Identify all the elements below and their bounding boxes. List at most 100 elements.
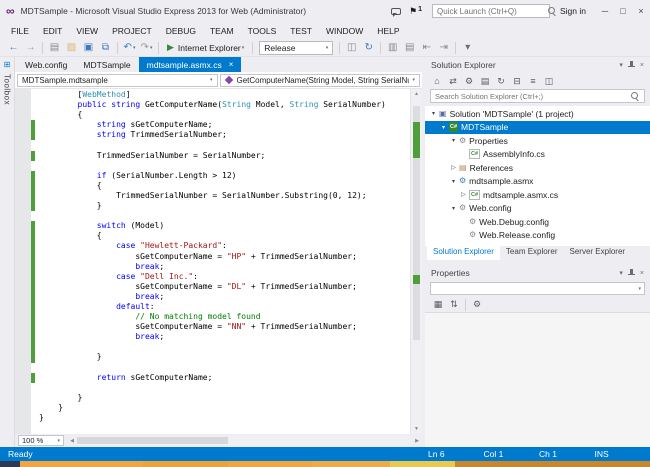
code-line[interactable]: } (31, 403, 410, 413)
open-file-icon[interactable]: ▨ (63, 40, 80, 56)
window-menu-icon[interactable]: ▾ (619, 61, 623, 69)
scroll-left-icon[interactable]: ◀ (67, 438, 77, 444)
nav-forward-icon[interactable]: → (22, 40, 39, 56)
alphabetical-icon[interactable]: ⇅ (446, 299, 462, 310)
zoom-combo[interactable]: 100 % ▾ (18, 435, 64, 446)
tab-mdtsample-asmx-cs[interactable]: mdtsample.asmx.cs× (139, 57, 242, 72)
menu-file[interactable]: FILE (4, 26, 36, 36)
close-panel-icon[interactable]: × (640, 62, 644, 69)
decrease-indent-icon[interactable]: ⇤ (418, 40, 435, 56)
code-line[interactable]: return sGetComputerName; (31, 373, 410, 383)
editor-horizontal-scrollbar[interactable]: ◀ ▶ (67, 434, 422, 447)
code-line[interactable]: } (31, 201, 410, 211)
code-line[interactable] (31, 161, 410, 171)
scroll-right-icon[interactable]: ▶ (412, 438, 422, 444)
collapse-all-icon[interactable]: ⊟ (509, 76, 525, 87)
code-line[interactable]: switch (Model) (31, 221, 410, 231)
view-code-icon[interactable]: ≡ (525, 76, 541, 86)
undo-icon[interactable]: ↶▾ (121, 40, 138, 56)
properties-icon[interactable]: ⚙ (461, 76, 477, 87)
menu-edit[interactable]: EDIT (36, 26, 69, 36)
code-line[interactable]: break; (31, 292, 410, 302)
tree-item-web-release-config[interactable]: ⚙Web.Release.config (425, 229, 650, 243)
code-line[interactable]: { (31, 110, 410, 120)
collapse-icon[interactable]: ▾ (449, 205, 458, 212)
editor-vertical-scrollbar[interactable]: ▲ ▼ (410, 89, 422, 434)
tree-item-assemblyinfo-cs[interactable]: C#AssemblyInfo.cs (425, 148, 650, 162)
code-line[interactable]: { (31, 181, 410, 191)
maximize-button[interactable]: □ (614, 0, 632, 22)
code-line[interactable]: string sGetComputerName; (31, 120, 410, 130)
close-button[interactable]: × (632, 0, 650, 22)
code-line[interactable]: if (SerialNumber.Length > 12) (31, 171, 410, 181)
nav-backward-icon[interactable]: ← (5, 40, 22, 56)
solution-configurations-combo[interactable]: Release▾ (259, 41, 333, 55)
tree-item-properties[interactable]: ▾⚙Properties (425, 134, 650, 148)
refresh-icon[interactable]: ↻ (493, 76, 509, 87)
tool-tab-solution-explorer[interactable]: Solution Explorer (427, 246, 500, 260)
quick-launch-box[interactable] (432, 4, 550, 18)
menu-window[interactable]: WINDOW (319, 26, 370, 36)
menu-team[interactable]: TEAM (203, 26, 241, 36)
save-all-icon[interactable]: ⧉ (97, 40, 114, 56)
code-line[interactable]: break; (31, 262, 410, 272)
code-line[interactable]: sGetComputerName = "HP" + TrimmedSerialN… (31, 252, 410, 262)
code-line[interactable]: public string GetComputerName(String Mod… (31, 100, 410, 110)
new-file-icon[interactable]: ▤ (46, 40, 63, 56)
solution-explorer-search-input[interactable] (435, 92, 630, 101)
code-line[interactable]: string TrimmedSerialNumber; (31, 130, 410, 140)
toolbar-options-icon[interactable]: ▾ (459, 40, 476, 56)
tree-item-solution-mdtsample-1-project[interactable]: ▾▣Solution 'MDTSample' (1 project) (425, 107, 650, 121)
collapse-icon[interactable]: ▾ (449, 178, 458, 185)
horizontal-scroll-track[interactable] (77, 436, 412, 445)
save-icon[interactable]: ▣ (80, 40, 97, 56)
categorized-icon[interactable]: ▦ (430, 299, 446, 310)
collapse-icon[interactable]: ▾ (439, 124, 448, 131)
redo-icon[interactable]: ↷▾ (138, 40, 155, 56)
page-inspector-icon[interactable]: ◫ (343, 40, 360, 56)
pin-icon[interactable] (628, 61, 635, 70)
code-lines[interactable]: [WebMethod] public string GetComputerNam… (31, 89, 410, 434)
start-debug-button[interactable]: ▶Internet Explorer▾ (162, 42, 249, 53)
tree-item-mdtsample-asmx-cs[interactable]: ▷C#mdtsample.asmx.cs (425, 188, 650, 202)
menu-tools[interactable]: TOOLS (241, 26, 284, 36)
window-menu-icon[interactable]: ▾ (619, 269, 623, 277)
menu-project[interactable]: PROJECT (105, 26, 159, 36)
code-line[interactable] (31, 383, 410, 393)
tree-item-web-config[interactable]: ▾⚙Web.config (425, 202, 650, 216)
menu-view[interactable]: VIEW (69, 26, 105, 36)
browser-link-refresh-icon[interactable]: ↻ (360, 40, 377, 56)
code-line[interactable] (31, 140, 410, 150)
code-line[interactable] (31, 363, 410, 373)
tool-tab-server-explorer[interactable]: Server Explorer (564, 246, 632, 260)
comment-lines-icon[interactable]: ▥ (384, 40, 401, 56)
code-line[interactable]: // No matching model found (31, 312, 410, 322)
collapse-icon[interactable]: ▾ (429, 110, 438, 117)
code-line[interactable]: default: (31, 302, 410, 312)
close-panel-icon[interactable]: × (640, 270, 644, 277)
code-line[interactable]: TrimmedSerialNumber = SerialNumber.Subst… (31, 191, 410, 201)
tab-mdtsample[interactable]: MDTSample (75, 57, 138, 72)
tree-item-mdtsample-asmx[interactable]: ▾⚙mdtsample.asmx (425, 175, 650, 189)
scroll-down-icon[interactable]: ▼ (411, 424, 422, 434)
sync-with-active-document-icon[interactable]: ⇄ (445, 76, 461, 87)
code-line[interactable]: sGetComputerName = "DL" + TrimmedSerialN… (31, 282, 410, 292)
menu-debug[interactable]: DEBUG (159, 26, 203, 36)
code-line[interactable] (31, 211, 410, 221)
quick-launch-input[interactable] (437, 7, 547, 16)
sign-in-link[interactable]: Sign in (560, 6, 586, 16)
tab-web-config[interactable]: Web.config (17, 57, 75, 72)
types-combo[interactable]: MDTSample.mdtsample ▾ (17, 74, 218, 87)
increase-indent-icon[interactable]: ⇥ (435, 40, 452, 56)
code-line[interactable]: } (31, 393, 410, 403)
expand-icon[interactable]: ▷ (449, 164, 458, 171)
collapse-icon[interactable]: ▾ (449, 137, 458, 144)
property-pages-icon[interactable]: ⚙ (469, 299, 485, 310)
home-icon[interactable]: ⌂ (429, 76, 445, 86)
code-line[interactable]: case "Hewlett-Packard": (31, 241, 410, 251)
properties-object-combo[interactable]: ▾ (430, 282, 645, 295)
minimize-button[interactable]: ─ (596, 0, 614, 22)
horizontal-scroll-thumb[interactable] (77, 437, 228, 444)
feedback-icon[interactable] (391, 8, 401, 15)
code-line[interactable]: sGetComputerName = "NN" + TrimmedSerialN… (31, 322, 410, 332)
